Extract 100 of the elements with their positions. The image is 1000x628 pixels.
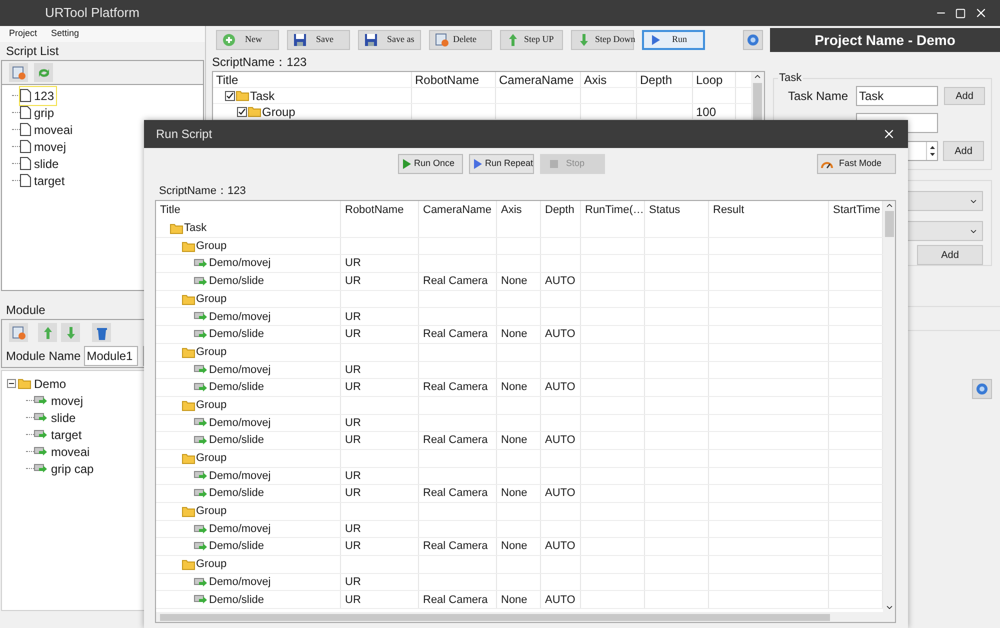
scroll-thumb[interactable] <box>884 211 894 237</box>
checkbox[interactable] <box>225 90 235 100</box>
script-item[interactable]: 123 <box>20 86 56 104</box>
maximize-icon[interactable] <box>955 8 966 18</box>
scroll-up-icon[interactable] <box>753 72 762 81</box>
menu-item[interactable]: Setting <box>51 27 80 41</box>
close-icon[interactable] <box>882 127 896 141</box>
new-script-button[interactable] <box>9 63 28 82</box>
scroll-down-icon[interactable] <box>884 603 894 612</box>
document-icon <box>20 123 31 136</box>
column-header[interactable]: Depth <box>545 202 574 219</box>
close-icon[interactable] <box>974 6 988 20</box>
column-header[interactable]: Axis <box>584 70 607 88</box>
toolbar-button[interactable]: Step Down <box>571 30 634 50</box>
tree-item[interactable]: Group <box>196 290 227 308</box>
column-header[interactable]: RobotName <box>345 202 404 219</box>
column-header[interactable]: CameraName <box>423 202 492 219</box>
tree-item[interactable]: Demo/slide <box>209 485 264 502</box>
column-header[interactable]: RunTime(… <box>585 202 644 219</box>
dialog-button[interactable]: Run Repeat <box>469 154 534 174</box>
table-cell-text: None <box>501 327 528 342</box>
column-header[interactable]: Title <box>160 202 180 219</box>
folder-icon <box>182 400 195 411</box>
task-name-field[interactable]: Task <box>856 86 938 106</box>
tree-item[interactable]: Demo/slide <box>209 538 264 555</box>
refresh-icon <box>36 66 50 78</box>
column-header[interactable]: Result <box>713 202 744 219</box>
tree-item[interactable]: Group <box>262 102 296 120</box>
column-header[interactable]: CameraName <box>499 70 574 88</box>
fast-mode-button[interactable]: Fast Mode <box>817 154 896 174</box>
toolbar-button[interactable]: Run <box>642 30 705 50</box>
help-button[interactable] <box>972 379 992 399</box>
script-item[interactable]: target <box>20 172 67 190</box>
tree-item[interactable]: target <box>34 426 82 444</box>
menu-item[interactable]: Project <box>9 27 38 41</box>
trash-button[interactable] <box>92 323 111 342</box>
tree-item[interactable]: Demo/movej <box>209 574 271 590</box>
scroll-up-icon[interactable] <box>884 201 894 210</box>
toolbar-button[interactable]: New <box>216 30 279 50</box>
dialog-title: Run Script <box>156 126 212 143</box>
tree-item[interactable]: Demo/slide <box>209 379 264 396</box>
tree-item[interactable]: Demo/slide <box>209 273 264 290</box>
script-item[interactable]: slide <box>20 154 61 172</box>
tree-item[interactable]: Group <box>196 344 227 360</box>
column-header[interactable]: Axis <box>501 202 522 219</box>
tree-item[interactable]: Demo/slide <box>209 592 264 608</box>
play-icon <box>403 159 411 169</box>
scroll-thumb[interactable] <box>753 83 762 123</box>
script-item[interactable]: grip <box>20 104 56 122</box>
help-button[interactable] <box>743 30 763 50</box>
tree-item[interactable]: Demo/movej <box>209 520 271 538</box>
add-button[interactable]: Add <box>917 245 983 265</box>
scroll-thumb[interactable] <box>160 614 830 620</box>
tree-item[interactable]: Demo/movej <box>209 414 271 432</box>
column-header[interactable]: RobotName <box>415 70 480 88</box>
spin-arrows-icon[interactable] <box>930 144 934 158</box>
tree-item[interactable]: Group <box>196 238 227 254</box>
table-cell-text: None <box>501 274 528 290</box>
toolbar-button[interactable]: Delete <box>429 30 492 50</box>
script-item[interactable]: movej <box>20 138 68 156</box>
tree-item[interactable]: moveai <box>34 442 90 460</box>
table-cell-text: AUTO <box>545 274 576 290</box>
tree-item[interactable]: Demo/movej <box>209 468 271 484</box>
horizontal-scrollbar[interactable] <box>156 612 895 622</box>
module-name-field[interactable]: Module1 <box>84 346 138 366</box>
checkbox[interactable] <box>237 106 247 116</box>
column-header[interactable]: Title <box>216 70 238 88</box>
column-header[interactable]: StartTime <box>833 202 880 219</box>
move-up-button[interactable] <box>38 323 57 342</box>
vertical-scrollbar[interactable] <box>883 201 895 612</box>
dialog-button[interactable]: Run Once <box>398 154 463 174</box>
tree-item[interactable]: movej <box>34 392 84 410</box>
tree-item[interactable]: Group <box>196 396 227 414</box>
tree-item[interactable]: Demo/movej <box>209 308 271 326</box>
collapse-icon[interactable] <box>7 379 16 388</box>
column-header[interactable]: Status <box>649 202 680 219</box>
new-module-button[interactable] <box>9 323 28 342</box>
tree-item[interactable]: Group <box>196 556 227 573</box>
tree-item[interactable]: Task <box>184 220 207 237</box>
tree-item[interactable]: Group <box>196 503 227 520</box>
script-item[interactable]: moveai <box>20 120 75 138</box>
toolbar-button[interactable]: Step UP <box>500 30 563 50</box>
tree-item[interactable]: Demo/movej <box>209 255 271 272</box>
column-header[interactable]: Depth <box>640 70 672 88</box>
tree-item[interactable]: Task <box>250 86 275 104</box>
tree-item[interactable]: Group <box>196 450 227 467</box>
tree-item[interactable]: Demo <box>18 374 66 392</box>
refresh-button[interactable] <box>34 63 53 82</box>
move-down-button[interactable] <box>61 323 80 342</box>
tree-item[interactable]: Demo/movej <box>209 362 271 378</box>
toolbar-button[interactable]: Save as <box>358 30 421 50</box>
column-header[interactable]: Loop <box>696 70 723 88</box>
add-button[interactable]: Add <box>943 141 984 161</box>
table-cell-text: UR <box>345 522 361 537</box>
tree-item[interactable]: grip cap <box>34 460 94 478</box>
add-button[interactable]: Add <box>944 87 985 105</box>
tree-item[interactable]: Demo/slide <box>209 326 264 343</box>
toolbar-button[interactable]: Save <box>287 30 350 50</box>
tree-item[interactable]: Demo/slide <box>209 432 264 449</box>
tree-item[interactable]: slide <box>34 408 76 426</box>
